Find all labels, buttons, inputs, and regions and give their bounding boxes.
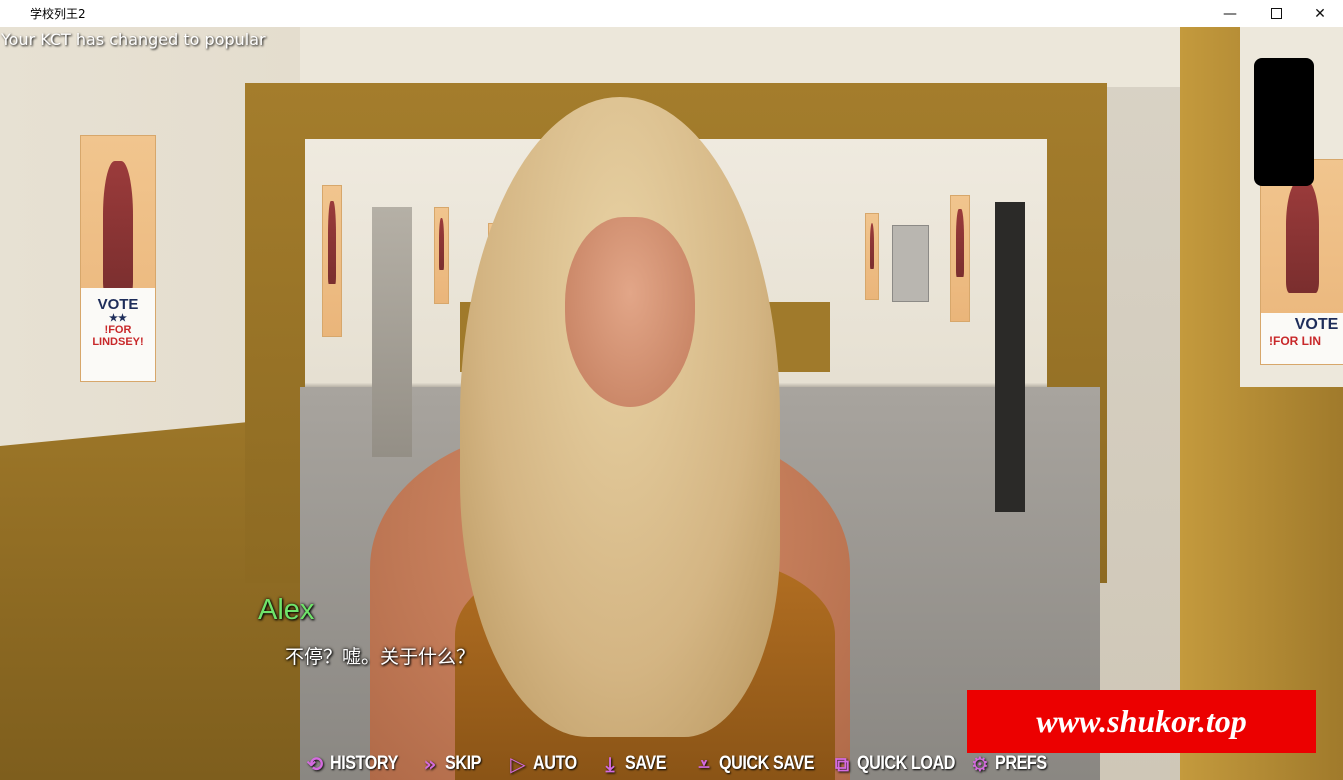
poster-figure	[103, 160, 133, 296]
poster-candidate-text: !FOR LIN	[1269, 334, 1321, 348]
save-label: SAVE	[625, 753, 667, 774]
window-title-bar: 学校列王2 — ✕	[0, 0, 1343, 27]
minimize-button[interactable]: —	[1207, 0, 1253, 27]
quick-save-label: QUICK SAVE	[719, 753, 815, 774]
campaign-poster-right: VOTE !FOR LIN	[1260, 159, 1343, 365]
poster-caption: VOTE ★★ !FOR LINDSEY!	[81, 287, 155, 381]
ceiling	[300, 27, 1190, 87]
poster-figure	[869, 222, 875, 270]
save-icon: ⤓	[605, 752, 615, 776]
corridor-door-right	[995, 202, 1025, 512]
character-hair	[460, 97, 780, 737]
history-button[interactable]: ⟲ HISTORY	[303, 749, 410, 779]
game-scene[interactable]: VOTE ★★ !FOR LINDSEY! VOTE !FOR LIN	[0, 27, 1343, 780]
quick-save-icon: ⩡	[698, 752, 710, 776]
poster-candidate-text: !FOR LINDSEY!	[92, 323, 144, 348]
prefs-icon: ⚙	[971, 752, 989, 776]
maximize-icon	[1270, 8, 1282, 19]
poster-caption: VOTE !FOR LIN	[1261, 313, 1343, 364]
window-title: 学校列王2	[30, 7, 86, 21]
quick-load-icon: ⧉	[834, 752, 850, 776]
save-button[interactable]: ⤓ SAVE	[598, 749, 673, 779]
auto-icon: ▷	[510, 752, 526, 776]
campaign-poster	[950, 195, 970, 322]
skip-label: SKIP	[445, 753, 482, 774]
poster-figure	[956, 208, 964, 278]
quick-load-button[interactable]: ⧉ QUICK LOAD	[830, 749, 972, 779]
character-face	[565, 217, 695, 407]
close-button[interactable]: ✕	[1297, 0, 1343, 27]
auto-button[interactable]: ▷ AUTO	[506, 749, 584, 779]
dialogue-text[interactable]: 不停？嘘。关于什么？	[285, 642, 475, 669]
poster-stars: ★★	[109, 312, 127, 324]
skip-icon: »	[423, 752, 437, 776]
history-label: HISTORY	[330, 753, 398, 774]
phone-button[interactable]	[1254, 58, 1314, 186]
dialogue-speaker: Alex	[258, 594, 315, 626]
close-icon: ✕	[1314, 5, 1326, 22]
maximize-button[interactable]	[1253, 0, 1299, 27]
skip-button[interactable]: » SKIP	[418, 749, 487, 779]
quick-menu: ⟲ HISTORY » SKIP ▷ AUTO ⤓ SAVE ⩡ QUICK S…	[0, 745, 1343, 780]
quick-load-label: QUICK LOAD	[857, 753, 956, 774]
character-sprite	[250, 97, 870, 780]
poster-vote-text: VOTE	[1294, 316, 1339, 333]
electrical-panel	[892, 225, 929, 302]
prefs-button[interactable]: ⚙ PREFS	[968, 749, 1056, 779]
campaign-poster-left: VOTE ★★ !FOR LINDSEY!	[80, 135, 156, 382]
auto-label: AUTO	[533, 753, 577, 774]
poster-figure	[1285, 180, 1320, 293]
notification-text: Your KCT has changed to popular	[1, 30, 266, 49]
quick-save-button[interactable]: ⩡ QUICK SAVE	[692, 749, 831, 779]
prefs-label: PREFS	[995, 753, 1047, 774]
poster-vote-text: VOTE	[97, 295, 139, 313]
watermark: www.shukor.top	[967, 690, 1316, 753]
minimize-icon: —	[1223, 5, 1237, 22]
history-icon: ⟲	[306, 752, 324, 776]
